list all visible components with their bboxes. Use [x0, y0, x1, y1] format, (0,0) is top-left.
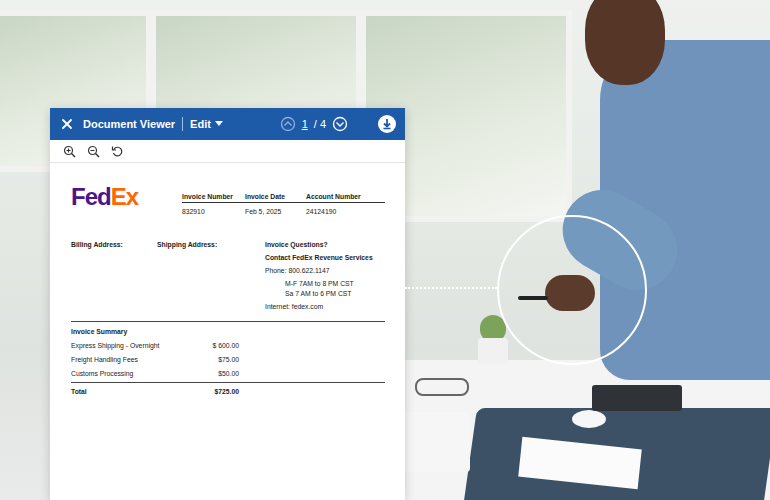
close-icon[interactable] — [61, 118, 73, 130]
meta-value: 832910 — [182, 208, 245, 215]
summary-row: Customs Processing $50.00 — [71, 370, 239, 377]
pen — [518, 296, 548, 300]
page-number[interactable]: 1 — [302, 118, 308, 130]
summary-row: Freight Handling Fees $75.00 — [71, 356, 239, 363]
download-icon[interactable] — [378, 115, 396, 133]
zoom-toolbar — [50, 140, 405, 163]
pager: 1 / 4 — [280, 116, 348, 132]
charge-label: Freight Handling Fees — [71, 356, 138, 363]
total-amount: $725.00 — [214, 388, 239, 395]
shipping-address: Shipping Address: — [157, 241, 265, 310]
notebook — [592, 385, 682, 411]
meta-value: 24124190 — [306, 208, 385, 215]
invoice-meta-table: Invoice NumberInvoice DateAccount Number… — [182, 193, 385, 215]
keyboard — [400, 412, 470, 472]
document-viewer: Document ViewerEdit1/ 4FedExInvoice Numb… — [50, 108, 405, 500]
internet-line[interactable]: Internet: fedex.com — [265, 303, 385, 310]
fedex-logo: FedEx — [71, 185, 182, 209]
address-section: Billing Address: Shipping Address: Invoice… — [71, 241, 385, 310]
logo-fed: Fed — [71, 183, 111, 210]
viewer-title: Document Viewer — [83, 118, 175, 130]
viewer-header: Document Viewer Edit 1 / 4 — [50, 108, 405, 140]
logo-ex: Ex — [111, 183, 138, 210]
billing-address: Billing Address: — [71, 241, 157, 310]
invoice-header: FedExInvoice NumberInvoice DateAccount N… — [71, 185, 385, 215]
section-rule — [71, 321, 385, 322]
total-row: Total $725.00 — [71, 388, 239, 395]
shipping-label: Shipping Address: — [157, 241, 217, 248]
divider — [182, 117, 183, 131]
hours-list: M-F 7AM to 8 PM CST Sa 7 AM to 6 PM CST — [265, 280, 385, 297]
page-total: / 4 — [314, 118, 326, 130]
glasses — [415, 378, 469, 396]
charge-amount: $75.00 — [218, 356, 239, 363]
total-label: Total — [71, 388, 87, 395]
mouse — [572, 410, 606, 428]
head — [585, 0, 665, 85]
charge-amount: $ 600.00 — [213, 342, 239, 349]
hours-line: M-F 7AM to 8 PM CST — [285, 280, 385, 287]
meta-column: Invoice Date — [245, 193, 306, 200]
hours-line: Sa 7 AM to 6 PM CST — [285, 290, 385, 297]
next-page-icon[interactable] — [332, 116, 348, 132]
charge-label: Express Shipping - Overnight — [71, 342, 159, 349]
total-rule — [71, 382, 385, 383]
callout-circle — [497, 215, 647, 365]
meta-column: Account Number — [306, 193, 385, 200]
charge-amount: $50.00 — [218, 370, 239, 377]
pot — [478, 338, 508, 364]
zoom-out-icon[interactable] — [87, 145, 100, 158]
summary-title: Invoice Summary — [71, 328, 385, 335]
previous-page-icon[interactable] — [280, 116, 296, 132]
contact-line: Contact FedEx Revenue Services — [265, 254, 385, 261]
charge-label: Customs Processing — [71, 370, 133, 377]
reset-zoom-icon[interactable] — [111, 145, 124, 158]
meta-column: Invoice Number — [182, 193, 245, 200]
caret-down-icon[interactable] — [215, 121, 223, 127]
summary-row: Express Shipping - Overnight $ 600.00 — [71, 342, 239, 349]
meta-value: Feb 5, 2025 — [245, 208, 306, 215]
meta-value-row: 832910Feb 5, 202524124190 — [182, 203, 385, 215]
invoice-questions: Invoice Questions? Contact FedEx Revenue … — [265, 241, 385, 310]
callout-line — [405, 287, 497, 289]
zoom-in-icon[interactable] — [63, 145, 76, 158]
hand — [545, 275, 595, 311]
invoice-document: FedExInvoice NumberInvoice DateAccount N… — [50, 163, 405, 395]
billing-label: Billing Address: — [71, 241, 123, 248]
meta-header-row: Invoice NumberInvoice DateAccount Number — [182, 193, 385, 203]
phone-line: Phone: 800.622.1147 — [265, 267, 385, 274]
edit-label[interactable]: Edit — [190, 118, 211, 130]
edit-menu[interactable]: Edit — [190, 118, 223, 130]
questions-title: Invoice Questions? — [265, 241, 385, 248]
